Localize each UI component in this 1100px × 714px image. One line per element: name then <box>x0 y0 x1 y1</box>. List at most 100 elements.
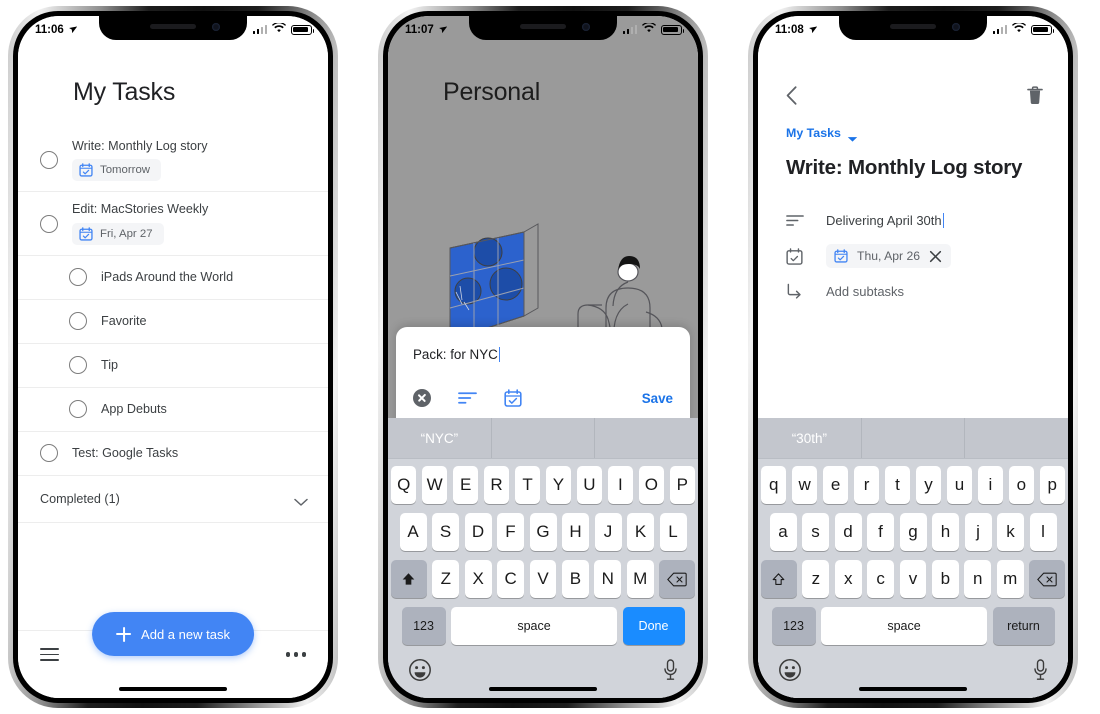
backspace-icon[interactable] <box>659 560 695 598</box>
key[interactable]: E <box>452 466 479 504</box>
numbers-key[interactable]: 123 <box>771 607 816 645</box>
suggestion-item[interactable] <box>594 418 698 458</box>
key[interactable]: Y <box>545 466 572 504</box>
key[interactable]: c <box>867 560 895 598</box>
key[interactable]: P <box>669 466 696 504</box>
task-row[interactable]: Write: Monthly Log story Tomorrow <box>18 129 328 193</box>
space-key[interactable]: space <box>821 607 987 645</box>
done-key[interactable]: Done <box>622 607 685 645</box>
key[interactable]: T <box>514 466 541 504</box>
key[interactable]: I <box>607 466 634 504</box>
completed-section-header[interactable]: Completed (1) <box>18 476 328 523</box>
emoji-smiley-icon[interactable] <box>778 658 802 682</box>
task-due-chip[interactable]: Thu, Apr 26 <box>826 244 952 268</box>
task-checkbox-circle-icon[interactable] <box>40 151 58 170</box>
hamburger-menu-icon[interactable] <box>40 648 59 661</box>
close-circle-icon[interactable] <box>413 389 431 407</box>
key[interactable]: q <box>760 466 787 504</box>
key[interactable]: F <box>497 513 524 551</box>
task-due-chip[interactable]: Fri, Apr 27 <box>72 222 164 245</box>
key[interactable]: h <box>932 513 959 551</box>
key[interactable]: M <box>626 560 654 598</box>
backspace-icon[interactable] <box>1029 560 1065 598</box>
key[interactable]: J <box>594 513 622 551</box>
list-selector[interactable]: My Tasks <box>786 126 858 142</box>
key[interactable]: B <box>561 560 589 598</box>
key[interactable]: b <box>931 560 959 598</box>
key[interactable]: m <box>996 560 1024 598</box>
home-indicator[interactable] <box>489 687 597 691</box>
key[interactable]: i <box>977 466 1004 504</box>
key[interactable]: X <box>464 560 492 598</box>
task-date-row[interactable]: Thu, Apr 26 <box>758 237 1068 275</box>
chevron-down-icon[interactable] <box>294 494 308 507</box>
key[interactable]: N <box>594 560 622 598</box>
task-details-row[interactable]: Delivering April 30th <box>758 204 1068 237</box>
suggestion-item[interactable]: “30th” <box>758 418 861 458</box>
key[interactable]: z <box>802 560 830 598</box>
calendar-check-icon[interactable] <box>504 389 522 407</box>
new-task-input[interactable]: Pack: for NYC <box>413 347 673 362</box>
chevron-left-icon[interactable] <box>786 85 797 105</box>
key[interactable]: O <box>638 466 665 504</box>
task-checkbox-circle-icon[interactable] <box>40 214 58 233</box>
suggestion-item[interactable] <box>964 418 1068 458</box>
close-x-icon[interactable] <box>929 250 942 263</box>
task-row[interactable]: iPads Around the World <box>18 256 328 300</box>
key[interactable]: H <box>562 513 589 551</box>
key[interactable]: r <box>853 466 880 504</box>
key[interactable]: S <box>432 513 459 551</box>
save-button[interactable]: Save <box>642 391 673 406</box>
add-new-task-button[interactable]: Add a new task <box>92 612 254 656</box>
task-checkbox-circle-icon[interactable] <box>69 268 87 287</box>
shift-outline-icon[interactable] <box>761 560 797 598</box>
task-row[interactable]: Tip <box>18 344 328 388</box>
return-key[interactable]: return <box>992 607 1055 645</box>
key[interactable]: s <box>802 513 829 551</box>
task-row[interactable]: Edit: MacStories Weekly Fri, Apr 27 <box>18 192 328 256</box>
numbers-key[interactable]: 123 <box>401 607 446 645</box>
microphone-icon[interactable] <box>663 659 678 681</box>
add-subtasks-row[interactable]: Add subtasks <box>758 275 1068 308</box>
key[interactable]: Q <box>390 466 417 504</box>
key[interactable]: x <box>834 560 862 598</box>
key[interactable]: W <box>421 466 448 504</box>
key[interactable]: R <box>483 466 510 504</box>
home-indicator[interactable] <box>859 687 967 691</box>
key[interactable]: V <box>529 560 557 598</box>
key[interactable]: t <box>884 466 911 504</box>
task-details-value-wrap[interactable]: Delivering April 30th <box>826 213 945 228</box>
task-checkbox-circle-icon[interactable] <box>69 312 87 331</box>
space-key[interactable]: space <box>451 607 617 645</box>
key[interactable]: G <box>529 513 557 551</box>
task-due-chip[interactable]: Tomorrow <box>72 159 161 182</box>
key[interactable]: A <box>399 513 427 551</box>
key[interactable]: w <box>791 466 818 504</box>
suggestion-item[interactable] <box>490 418 595 458</box>
task-row[interactable]: Test: Google Tasks <box>18 432 328 476</box>
task-row[interactable]: Favorite <box>18 300 328 344</box>
key[interactable]: d <box>834 513 862 551</box>
key[interactable]: f <box>867 513 894 551</box>
key[interactable]: y <box>915 466 942 504</box>
key[interactable]: p <box>1039 466 1066 504</box>
trash-icon[interactable] <box>1027 85 1043 105</box>
key[interactable]: u <box>946 466 973 504</box>
task-checkbox-circle-icon[interactable] <box>40 444 58 463</box>
key[interactable]: o <box>1008 466 1035 504</box>
key[interactable]: K <box>627 513 654 551</box>
key[interactable]: k <box>997 513 1024 551</box>
key[interactable]: a <box>769 513 797 551</box>
key[interactable]: l <box>1029 513 1057 551</box>
suggestion-item[interactable]: “NYC” <box>388 418 491 458</box>
key[interactable]: D <box>464 513 492 551</box>
key[interactable]: e <box>822 466 849 504</box>
details-lines-icon[interactable] <box>458 391 477 405</box>
shift-filled-icon[interactable] <box>391 560 427 598</box>
key[interactable]: U <box>576 466 603 504</box>
key[interactable]: n <box>964 560 992 598</box>
key[interactable]: v <box>899 560 927 598</box>
microphone-icon[interactable] <box>1033 659 1048 681</box>
key[interactable]: Z <box>432 560 460 598</box>
task-checkbox-circle-icon[interactable] <box>69 400 87 419</box>
